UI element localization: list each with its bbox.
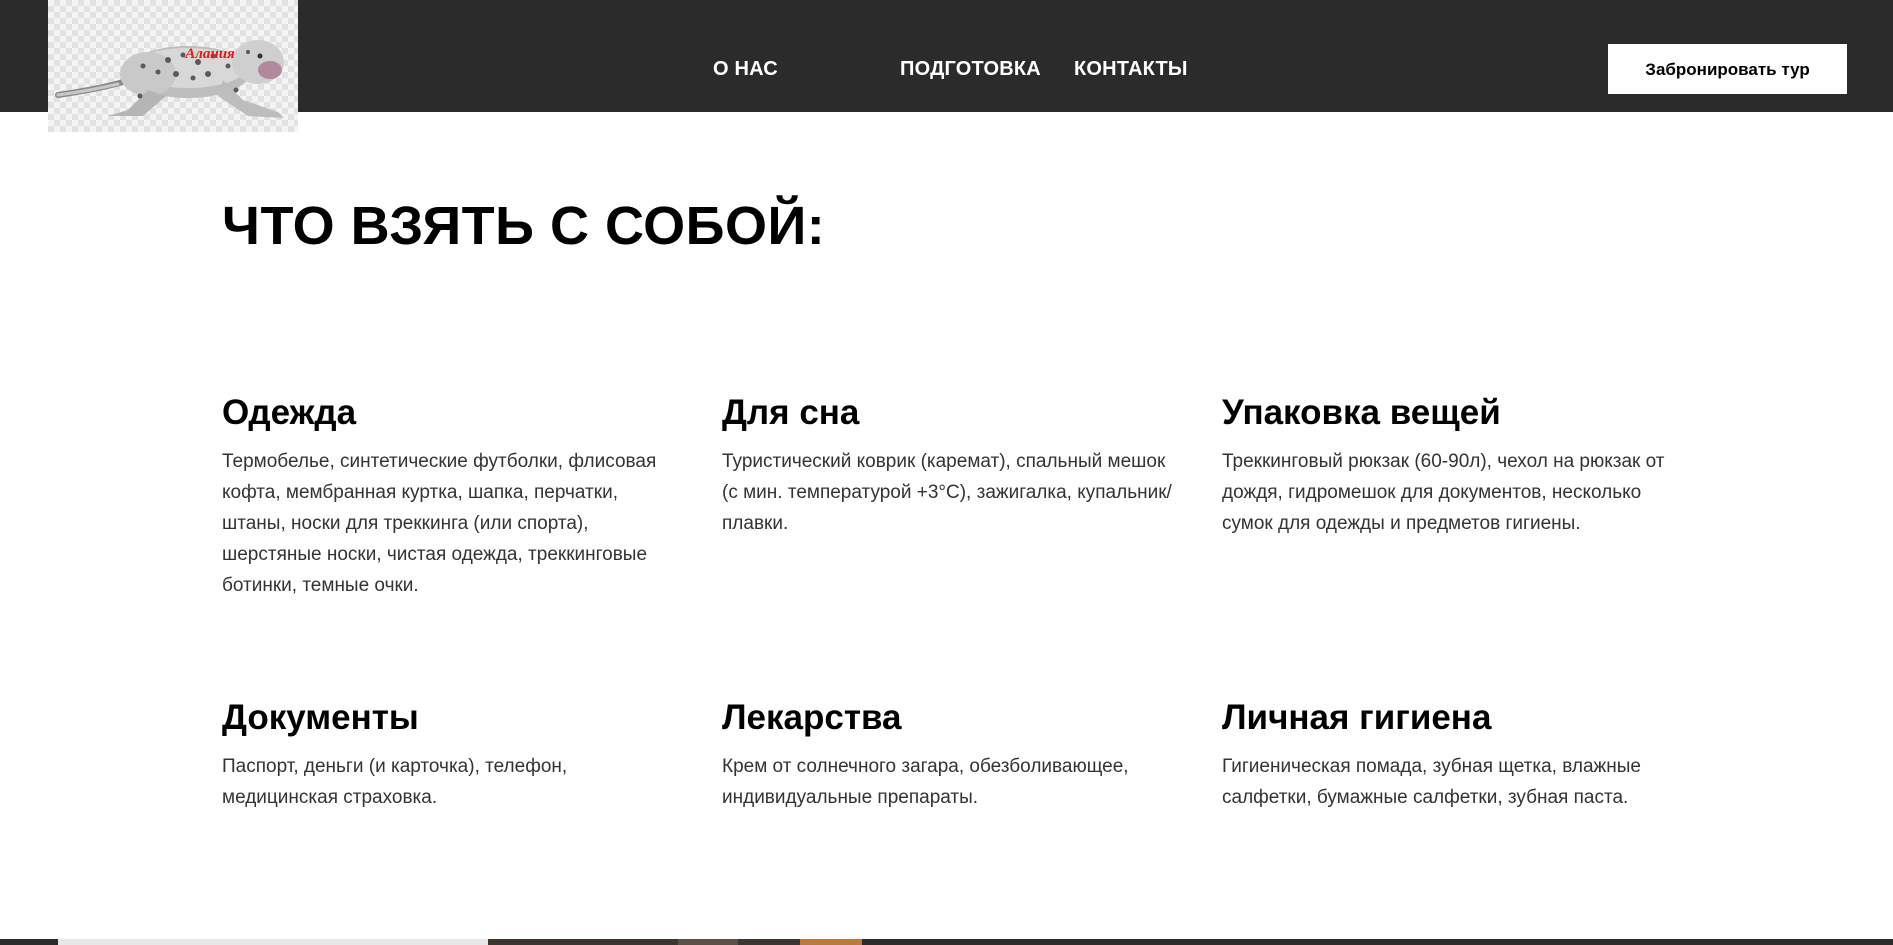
card-text: Гигиеническая помада, зубная щетка, влаж… [1222,756,1641,808]
card-text: Треккинговый рюкзак (60-90л), чехол на р… [1222,451,1665,534]
next-section-edge-segment [738,939,800,945]
book-tour-button[interactable]: Забронировать тур [1608,44,1847,94]
next-section-edge [0,939,1893,945]
card-title: Документы [222,698,419,737]
card-documents: Документы Паспорт, деньги (и карточка), … [222,696,682,813]
card-title: Одежда [222,393,357,432]
next-section-edge-segment [800,939,862,945]
next-section-edge-segment [678,939,738,945]
card-text: Термобелье, синтетические футболки, флис… [222,451,657,596]
next-section-edge-segment [488,939,678,945]
card-medicine: Лекарства Крем от солнечного загара, обе… [722,696,1182,813]
card-sleep: Для сна Туристический коврик (каремат), … [722,391,1182,539]
nav-link-preparation[interactable]: ПОДГОТОВКА [900,56,1041,82]
card-text: Крем от солнечного загара, обезболивающе… [722,756,1129,808]
card-clothing: Одежда Термобелье, синтетические футболк… [222,391,682,601]
card-title: Упаковка вещей [1222,393,1501,432]
site-logo[interactable]: Алания [48,0,298,132]
card-text: Туристический коврик (каремат), спальный… [722,451,1172,534]
page: О НАС ПОДГОТОВКА КОНТАКТЫ Забронировать … [0,0,1893,945]
nav-link-contacts[interactable]: КОНТАКТЫ [1074,56,1188,82]
card-text: Паспорт, деньги (и карточка), телефон, м… [222,756,568,808]
nav-link-about[interactable]: О НАС [713,56,778,82]
logo-text: Алания [184,46,235,62]
card-packing: Упаковка вещей Треккинговый рюкзак (60-9… [1222,391,1682,539]
next-section-edge-segment [0,939,58,945]
snow-leopard-logo-icon: Алания [55,40,284,118]
card-hygiene: Личная гигиена Гигиеническая помада, зуб… [1222,696,1682,813]
card-title: Для сна [722,393,860,432]
card-title: Личная гигиена [1222,698,1492,737]
page-title: ЧТО ВЗЯТЬ С СОБОЙ: [222,196,826,256]
next-section-edge-segment [862,939,1893,945]
next-section-edge-segment [58,939,488,945]
card-title: Лекарства [722,698,902,737]
